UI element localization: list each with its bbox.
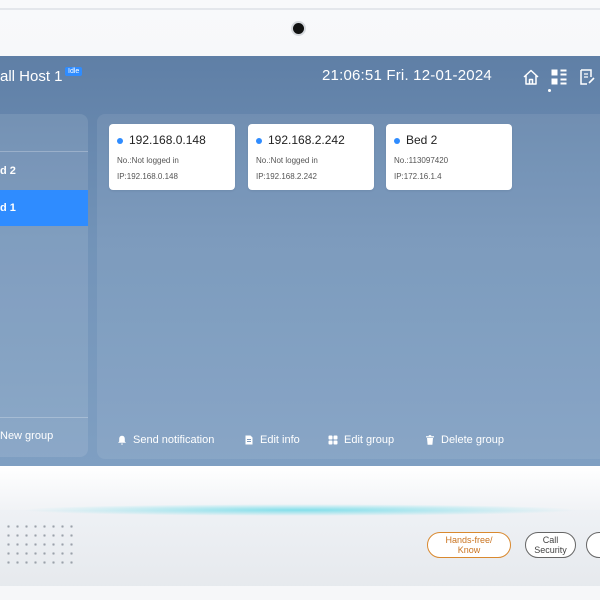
group-item-2[interactable]: d 2	[0, 153, 88, 189]
indicator-light-strip	[20, 504, 580, 516]
group-divider	[0, 417, 88, 418]
call-security-label-line1: Call	[542, 535, 559, 545]
device-top-edge	[0, 8, 600, 10]
new-group-label: New group	[0, 430, 54, 442]
document-icon	[244, 435, 254, 445]
notes-icon[interactable]	[578, 68, 596, 86]
device-panel: 192.168.0.148 No.:Not logged in IP:192.1…	[97, 114, 600, 459]
speaker-grille	[4, 522, 74, 568]
idle-badge: Idle	[65, 67, 83, 76]
new-group-button[interactable]: New group	[0, 430, 88, 442]
device-card-title: 192.168.2.242	[268, 133, 345, 147]
device-card-ip: IP:192.168.0.148	[117, 172, 178, 181]
group-item-label: d 1	[0, 202, 16, 214]
device-card-number: No.:Not logged in	[117, 156, 179, 165]
edit-info-label: Edit info	[260, 434, 300, 446]
group-item-1[interactable]: d 1	[0, 190, 88, 226]
grid-icon[interactable]	[550, 68, 568, 86]
home-icon[interactable]	[522, 68, 540, 86]
device-card-number: No.:Not logged in	[256, 156, 318, 165]
group-list-panel: d 2 d 1 New group	[0, 114, 88, 457]
call-security-label-line2: Security	[534, 545, 567, 555]
send-notification-button[interactable]: Send notification	[117, 434, 214, 446]
delete-group-label: Delete group	[441, 434, 504, 446]
page-indicator-dot	[548, 89, 551, 92]
device-card[interactable]: 192.168.2.242 No.:Not logged in IP:192.1…	[248, 124, 374, 190]
bell-icon	[117, 435, 127, 445]
hands-free-label-line2: Know	[457, 545, 481, 555]
send-notification-label: Send notification	[133, 434, 215, 446]
group-grid-icon	[328, 435, 338, 445]
status-bar: all Host 1 Idle 21:06:51 Fri. 12-01-2024	[0, 56, 600, 102]
device-card[interactable]: Bed 2 No.:113097420 IP:172.16.1.4	[386, 124, 512, 190]
device-card-ip: IP:192.168.2.242	[256, 172, 317, 181]
device-card-number: No.:113097420	[394, 156, 449, 165]
edit-group-button[interactable]: Edit group	[328, 434, 394, 446]
clock: 21:06:51 Fri. 12-01-2024	[322, 67, 492, 84]
action-bar: Send notification Edit info Edit group D…	[97, 434, 600, 452]
group-divider	[0, 151, 88, 152]
device-bottom-edge	[0, 586, 600, 600]
host-title: all Host 1	[0, 68, 63, 85]
device-card-title: Bed 2	[406, 133, 438, 147]
group-item-label: d 2	[0, 165, 16, 177]
display-screen: all Host 1 Idle 21:06:51 Fri. 12-01-2024…	[0, 56, 600, 466]
camera-icon	[293, 23, 304, 34]
device-card[interactable]: 192.168.0.148 No.:Not logged in IP:192.1…	[109, 124, 235, 190]
device-card-ip: IP:172.16.1.4	[394, 172, 442, 181]
online-status-dot	[256, 138, 262, 144]
online-status-dot	[394, 138, 400, 144]
edit-group-label: Edit group	[344, 434, 395, 446]
online-status-dot	[117, 138, 123, 144]
call-security-button[interactable]: Call Security	[525, 532, 576, 558]
hands-free-label-line1: Hands-free/	[445, 535, 493, 545]
device-card-title: 192.168.0.148	[129, 133, 206, 147]
delete-group-button[interactable]: Delete group	[425, 434, 504, 446]
hands-free-button[interactable]: Hands-free/ Know	[427, 532, 511, 558]
trash-icon	[425, 435, 435, 445]
intercom-device: all Host 1 Idle 21:06:51 Fri. 12-01-2024…	[0, 0, 600, 600]
edit-info-button[interactable]: Edit info	[244, 434, 300, 446]
